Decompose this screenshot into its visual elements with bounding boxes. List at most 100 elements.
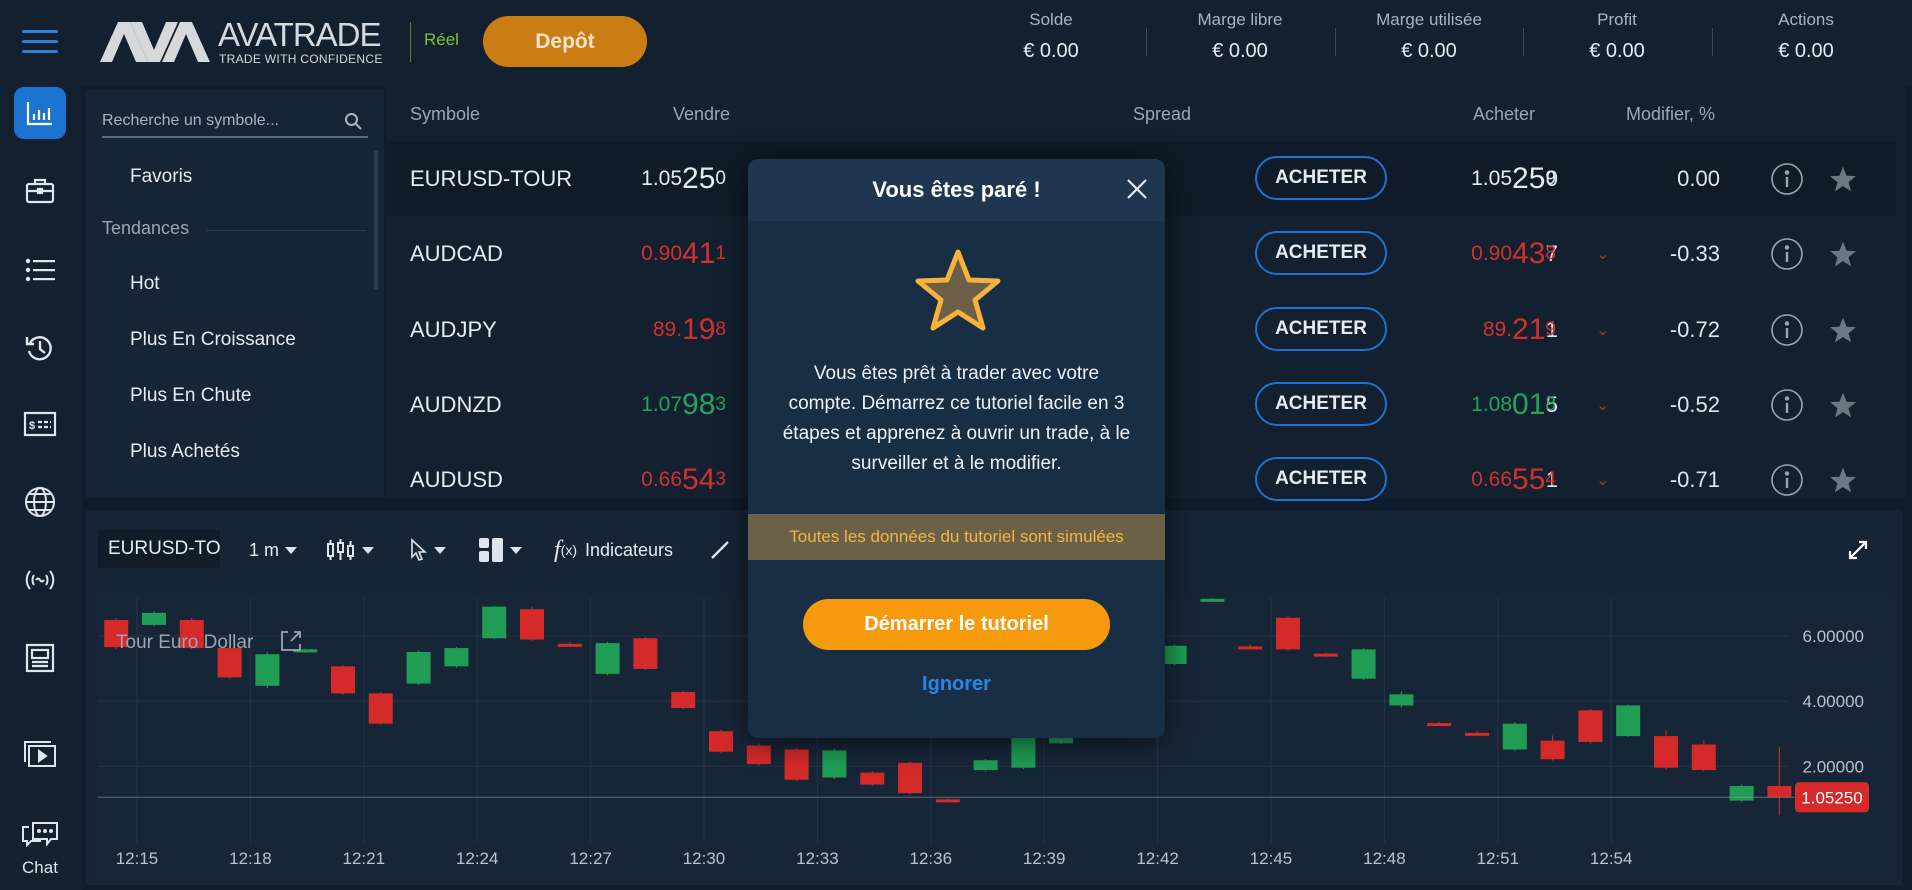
favorite-star-icon[interactable] xyxy=(1828,292,1858,367)
indicators-label: Indicateurs xyxy=(585,539,674,560)
indicators-button[interactable]: f (x) Indicateurs xyxy=(554,532,673,568)
dollar-card-icon[interactable]: $ xyxy=(14,398,66,450)
favorite-star-icon[interactable] xyxy=(1828,216,1858,291)
start-tutorial-button[interactable]: Démarrer le tutoriel xyxy=(803,599,1110,650)
deposit-button[interactable]: Depôt xyxy=(483,16,647,67)
sell-price[interactable]: 1.05 25 0 xyxy=(526,141,726,216)
column-header-buy[interactable]: Acheter xyxy=(1473,104,1535,125)
sell-price[interactable]: 0.66 54 3 xyxy=(526,442,726,517)
list-icon[interactable] xyxy=(14,244,66,296)
candle-body xyxy=(898,762,922,794)
buy-price[interactable]: 0.90 43 8 xyxy=(1386,216,1556,291)
symbol-name[interactable]: AUDUSD xyxy=(410,442,503,517)
candle-body xyxy=(1313,653,1338,657)
price-prefix: 89. xyxy=(652,317,683,341)
chart-type-dropdown[interactable] xyxy=(326,532,374,568)
change-percent: -0.71 xyxy=(1669,466,1720,492)
chart-symbol-input[interactable]: EURUSD-TOUR xyxy=(98,530,220,568)
info-icon[interactable] xyxy=(1770,216,1804,291)
signal-icon[interactable] xyxy=(14,554,66,606)
change-percent: -0.33 xyxy=(1669,240,1720,266)
favorite-star-icon[interactable] xyxy=(1828,367,1858,442)
candle-body xyxy=(1389,694,1414,706)
column-header-symbol[interactable]: Symbole xyxy=(410,104,480,125)
stat-label: Solde xyxy=(1029,10,1073,29)
chart-bars-icon[interactable] xyxy=(14,87,66,139)
category-hot[interactable]: Hot xyxy=(130,273,160,295)
panel-scrollbar[interactable] xyxy=(374,150,378,290)
column-header-spread[interactable]: Spread xyxy=(1133,104,1191,125)
history-icon[interactable] xyxy=(14,322,66,374)
cursor-tool-dropdown[interactable] xyxy=(410,532,446,568)
news-icon[interactable] xyxy=(14,632,66,684)
fullscreen-button[interactable] xyxy=(1848,532,1868,568)
buy-button[interactable]: ACHETER xyxy=(1255,307,1387,351)
interval-dropdown[interactable]: 1 m xyxy=(249,532,298,568)
avatrade-logo-icon xyxy=(100,22,210,62)
external-link-icon[interactable] xyxy=(281,631,301,651)
menu-icon[interactable] xyxy=(22,30,58,56)
info-icon[interactable] xyxy=(1770,292,1804,367)
chat-label[interactable]: Chat xyxy=(0,858,80,878)
candle-body xyxy=(595,643,620,674)
info-icon[interactable] xyxy=(1770,367,1804,442)
buy-button[interactable]: ACHETER xyxy=(1255,156,1387,200)
symbol-search-input[interactable]: Recherche un symbole... xyxy=(102,104,368,138)
trends-heading: Tendances xyxy=(102,218,190,238)
x-tick-label: 12:24 xyxy=(456,849,499,868)
globe-icon[interactable] xyxy=(14,476,66,528)
stat-value: € 0.00 xyxy=(1589,40,1645,62)
candle-body xyxy=(709,731,733,752)
chevron-down-icon xyxy=(285,546,298,554)
sell-price[interactable]: 1.07 98 3 xyxy=(526,367,726,442)
buy-button[interactable]: ACHETER xyxy=(1255,457,1387,501)
favorite-star-icon[interactable] xyxy=(1828,442,1858,517)
y-tick-label: 6.00000 xyxy=(1803,627,1864,646)
video-icon[interactable] xyxy=(14,727,66,779)
account-type[interactable]: Réel xyxy=(424,30,459,50)
sell-price[interactable]: 0.90 41 1 xyxy=(526,216,726,291)
stat-free-margin: Marge libre € 0.00 xyxy=(1150,10,1330,63)
price-pips: 98 xyxy=(682,387,716,421)
draw-line-tool[interactable] xyxy=(710,532,730,568)
column-header-sell[interactable]: Vendre xyxy=(673,104,730,125)
price-prefix: 1.05 xyxy=(1471,166,1513,190)
briefcase-icon[interactable] xyxy=(14,165,66,217)
price-prefix: 1.08 xyxy=(1471,392,1513,416)
buy-price[interactable]: 89. 21 9 xyxy=(1386,292,1556,367)
stat-profit: Profit € 0.00 xyxy=(1527,10,1707,63)
category-favorites[interactable]: Favoris xyxy=(130,166,192,188)
candle-body xyxy=(482,606,507,639)
cursor-icon xyxy=(411,538,428,561)
star-icon xyxy=(915,249,1001,331)
buy-price[interactable]: 0.66 55 4 xyxy=(1386,442,1556,517)
close-icon[interactable] xyxy=(1125,177,1149,201)
chat-icon[interactable] xyxy=(14,806,66,858)
logo-text: AVATRADE xyxy=(218,16,382,53)
buy-button[interactable]: ACHETER xyxy=(1255,231,1387,275)
sell-price[interactable]: 89. 19 8 xyxy=(526,292,726,367)
category-top-losers[interactable]: Plus En Chute xyxy=(130,385,251,407)
symbol-name[interactable]: AUDNZD xyxy=(410,367,502,442)
candle-body xyxy=(1465,732,1489,736)
search-placeholder: Recherche un symbole... xyxy=(102,112,279,129)
x-tick-label: 12:54 xyxy=(1590,849,1633,868)
category-most-bought[interactable]: Plus Achetés xyxy=(130,441,240,463)
price-pips: 25 xyxy=(1512,161,1546,195)
favorite-star-icon[interactable] xyxy=(1828,141,1858,216)
buy-price[interactable]: 1.08 01 8 xyxy=(1386,367,1556,442)
column-header-change[interactable]: Modifier, % xyxy=(1626,104,1715,125)
symbol-name[interactable]: AUDJPY xyxy=(410,292,497,367)
ignore-link[interactable]: Ignorer xyxy=(748,673,1165,696)
divider xyxy=(410,22,411,62)
info-icon[interactable] xyxy=(1770,141,1804,216)
buy-price[interactable]: 1.05 25 9 xyxy=(1386,141,1556,216)
candle-body xyxy=(1767,785,1792,798)
info-icon[interactable] xyxy=(1770,442,1804,517)
symbol-name[interactable]: AUDCAD xyxy=(410,216,503,291)
layout-dropdown[interactable] xyxy=(478,532,522,568)
search-icon[interactable] xyxy=(344,112,362,130)
category-top-gainers[interactable]: Plus En Croissance xyxy=(130,329,296,351)
x-tick-label: 12:33 xyxy=(796,849,839,868)
buy-button[interactable]: ACHETER xyxy=(1255,382,1387,426)
